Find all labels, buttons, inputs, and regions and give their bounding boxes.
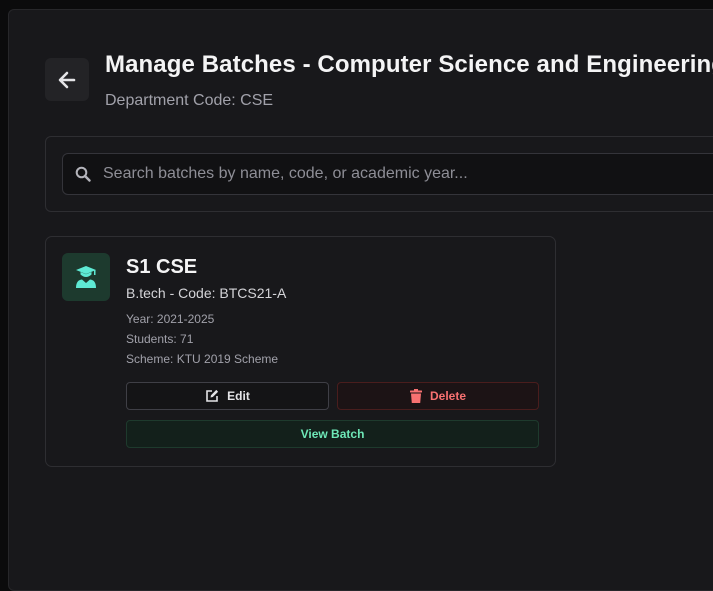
edit-button[interactable]: Edit <box>126 382 329 410</box>
department-code: Department Code: CSE <box>105 92 274 109</box>
page-title: Manage Batches - Computer Science and En… <box>105 51 713 78</box>
main-panel: Manage Batches - Computer Science and En… <box>8 9 713 591</box>
back-button[interactable] <box>45 58 89 101</box>
edit-icon <box>206 389 219 402</box>
delete-label: Delete <box>429 389 467 403</box>
trash-icon <box>409 389 422 403</box>
batch-name: S1 CSE <box>126 256 198 278</box>
batch-scheme: Scheme: KTU 2019 Scheme <box>126 352 279 366</box>
search-icon <box>75 166 91 182</box>
search-panel <box>45 136 713 212</box>
edit-label: Edit <box>227 389 250 403</box>
graduate-icon <box>76 266 96 288</box>
batch-card: S1 CSE B.tech - Code: BTCS21-A Year: 202… <box>45 236 556 467</box>
search-box <box>62 153 713 195</box>
batch-program-code: B.tech - Code: BTCS21-A <box>126 285 287 301</box>
search-input[interactable] <box>103 154 713 194</box>
batch-students: Students: 71 <box>126 332 194 346</box>
arrow-left-icon <box>58 71 76 88</box>
delete-button[interactable]: Delete <box>337 382 539 410</box>
view-batch-label: View Batch <box>300 427 365 441</box>
view-batch-button[interactable]: View Batch <box>126 420 539 448</box>
batch-avatar <box>62 253 110 301</box>
batch-year: Year: 2021-2025 <box>126 312 215 326</box>
